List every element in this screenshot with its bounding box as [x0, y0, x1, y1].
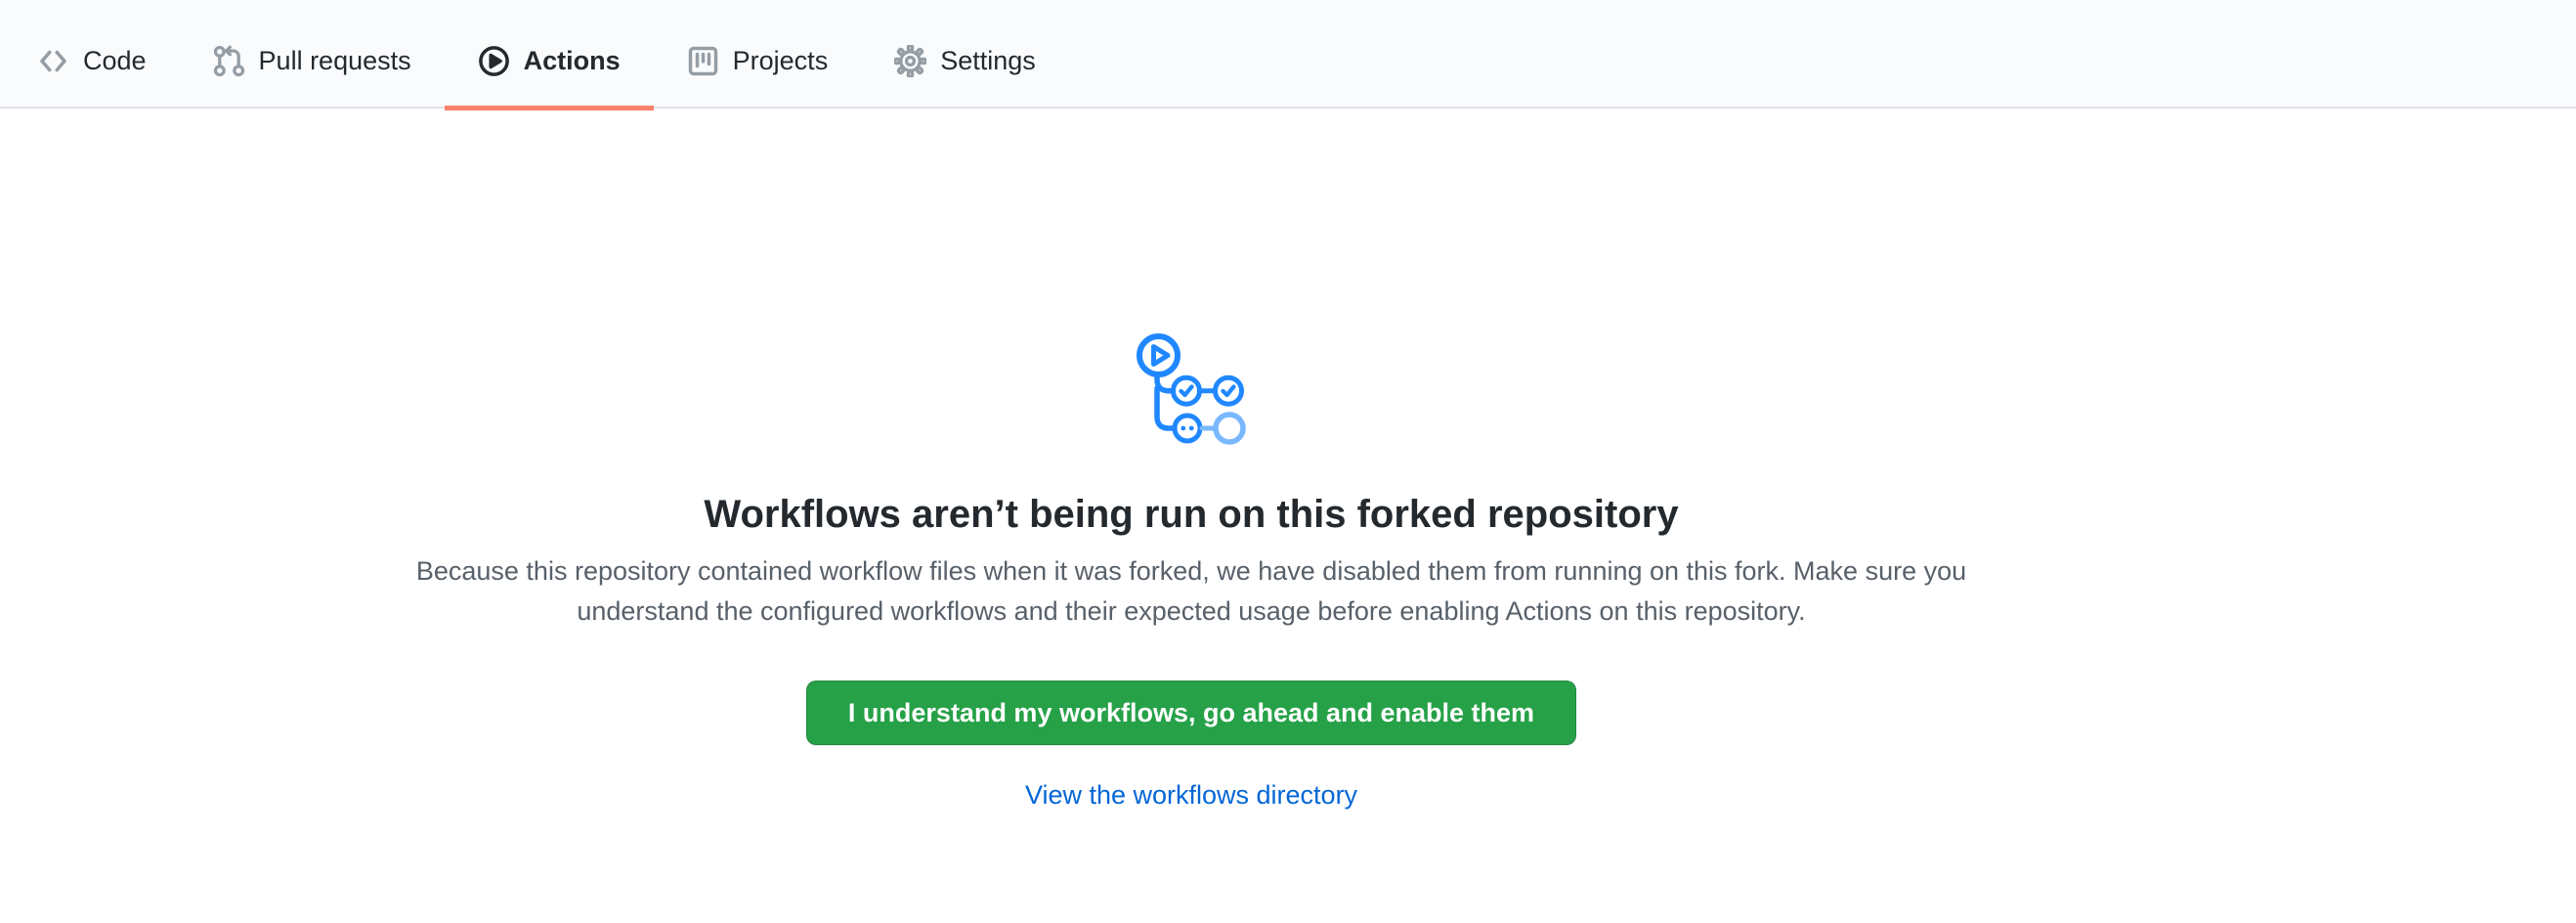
tab-pull-requests-label: Pull requests [259, 46, 411, 76]
tab-projects-label: Projects [733, 46, 829, 76]
enable-workflows-button[interactable]: I understand my workflows, go ahead and … [806, 681, 1576, 745]
workflow-graph-icon [1135, 333, 1248, 445]
tab-code[interactable]: Code [4, 0, 180, 107]
tab-code-label: Code [83, 46, 147, 76]
blankslate-description: Because this repository contained workfl… [405, 551, 1978, 632]
repo-tab-nav: Code Pull requests Actions [0, 0, 2576, 109]
git-pull-request-icon [213, 45, 245, 77]
tab-projects[interactable]: Projects [654, 0, 862, 107]
view-workflows-directory-link[interactable]: View the workflows directory [1025, 780, 1357, 811]
code-icon [37, 45, 69, 77]
tab-settings[interactable]: Settings [861, 0, 1069, 107]
actions-disabled-blankslate: Workflows aren’t being run on this forke… [0, 109, 2383, 811]
tab-pull-requests[interactable]: Pull requests [180, 0, 445, 107]
project-board-icon [687, 45, 719, 77]
play-circle-icon [478, 45, 510, 77]
tab-settings-label: Settings [940, 46, 1036, 76]
tab-actions[interactable]: Actions [445, 0, 654, 107]
gear-icon [894, 45, 926, 77]
tab-actions-label: Actions [524, 46, 621, 76]
blankslate-heading: Workflows aren’t being run on this forke… [704, 492, 1678, 538]
